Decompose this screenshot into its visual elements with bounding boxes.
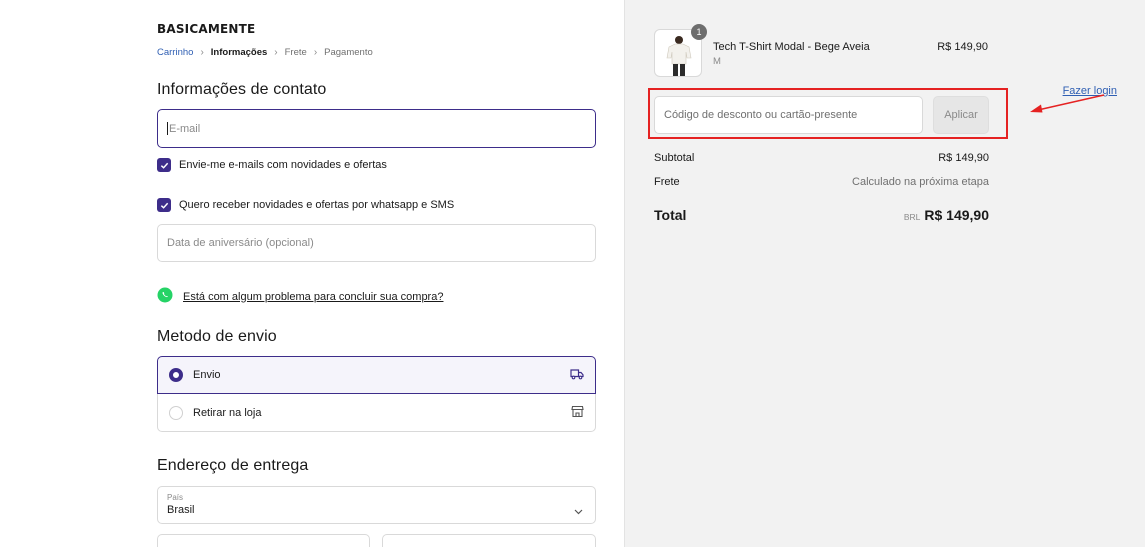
chevron-right-icon: ›: [313, 47, 318, 58]
total-currency: BRL: [903, 212, 921, 222]
breadcrumb-payment: Pagamento: [324, 47, 373, 58]
email-opt-in[interactable]: Envie-me e-mails com novidades e ofertas: [157, 158, 387, 172]
whatsapp-opt-in[interactable]: Quero receber novidades e ofertas por wh…: [157, 198, 454, 212]
subtotal-value: R$ 149,90: [938, 152, 989, 164]
chevron-down-icon: [574, 502, 583, 520]
help-row: Está com algum problema para concluir su…: [157, 287, 443, 306]
total-row: Total BRL R$ 149,90: [654, 207, 989, 223]
frete-label: Frete: [654, 176, 680, 188]
quantity-badge: 1: [691, 24, 707, 40]
radio-selected-icon[interactable]: [169, 368, 183, 382]
shipping-row: Frete Calculado na próxima etapa: [654, 176, 989, 188]
checkbox-checked-icon[interactable]: [157, 198, 171, 212]
store-icon: [571, 405, 584, 421]
apply-discount-button[interactable]: Aplicar: [933, 96, 989, 134]
help-link[interactable]: Está com algum problema para concluir su…: [183, 291, 443, 303]
whatsapp-opt-in-label: Quero receber novidades e ofertas por wh…: [179, 199, 455, 211]
email-input[interactable]: E-mail: [157, 109, 596, 148]
discount-placeholder: Código de desconto ou cartão-presente: [664, 109, 858, 121]
birthday-placeholder: Data de aniversário (opcional): [167, 237, 314, 249]
subtotal-row: Subtotal R$ 149,90: [654, 152, 989, 164]
email-opt-in-label: Envie-me e-mails com novidades e ofertas: [179, 159, 387, 171]
total-value: R$ 149,90: [924, 207, 989, 223]
contact-section-title: Informações de contato: [157, 81, 327, 98]
country-label: País: [167, 493, 184, 502]
shipping-option-label: Envio: [193, 369, 221, 381]
total-amount: BRL R$ 149,90: [904, 207, 989, 223]
subtotal-label: Subtotal: [654, 152, 695, 164]
address-section-title: Endereço de entrega: [157, 457, 309, 474]
text-cursor: [167, 122, 168, 135]
whatsapp-icon: [157, 287, 173, 306]
truck-icon: [570, 368, 584, 383]
chevron-right-icon: ›: [200, 47, 204, 58]
breadcrumb-information: Informações: [210, 47, 268, 58]
country-value: Brasil: [167, 504, 195, 516]
radio-unselected-icon[interactable]: [169, 405, 183, 420]
product-variant: M: [713, 56, 721, 67]
birthday-input[interactable]: Data de aniversário (opcional): [157, 224, 596, 262]
breadcrumb-shipping: Frete: [284, 47, 307, 58]
first-name-input[interactable]: [157, 534, 370, 547]
product-price: R$ 149,90: [937, 41, 988, 53]
shipping-section-title: Metodo de envio: [157, 328, 277, 345]
total-label: Total: [654, 207, 687, 223]
annotation-arrow-icon: [1030, 94, 1105, 113]
brand-logo[interactable]: BASICAMENTE: [157, 22, 255, 36]
shipping-option-envio[interactable]: Envio: [157, 356, 596, 394]
shipping-option-label: Retirar na loja: [193, 406, 262, 419]
frete-value: Calculado na próxima etapa: [852, 176, 989, 188]
chevron-right-icon: ›: [274, 47, 278, 58]
last-name-input[interactable]: [382, 534, 596, 547]
email-placeholder: E-mail: [169, 122, 201, 135]
country-select[interactable]: País Brasil: [157, 486, 596, 524]
checkbox-checked-icon[interactable]: [157, 158, 171, 172]
order-summary-panel: [624, 0, 1145, 547]
discount-code-input[interactable]: Código de desconto ou cartão-presente: [654, 96, 923, 134]
shipping-option-pickup[interactable]: Retirar na loja: [157, 394, 596, 432]
breadcrumb-cart[interactable]: Carrinho: [157, 47, 193, 58]
product-name: Tech T-Shirt Modal - Bege Aveia: [713, 41, 870, 53]
breadcrumb: Carrinho › Informações › Frete › Pagamen…: [157, 47, 373, 58]
